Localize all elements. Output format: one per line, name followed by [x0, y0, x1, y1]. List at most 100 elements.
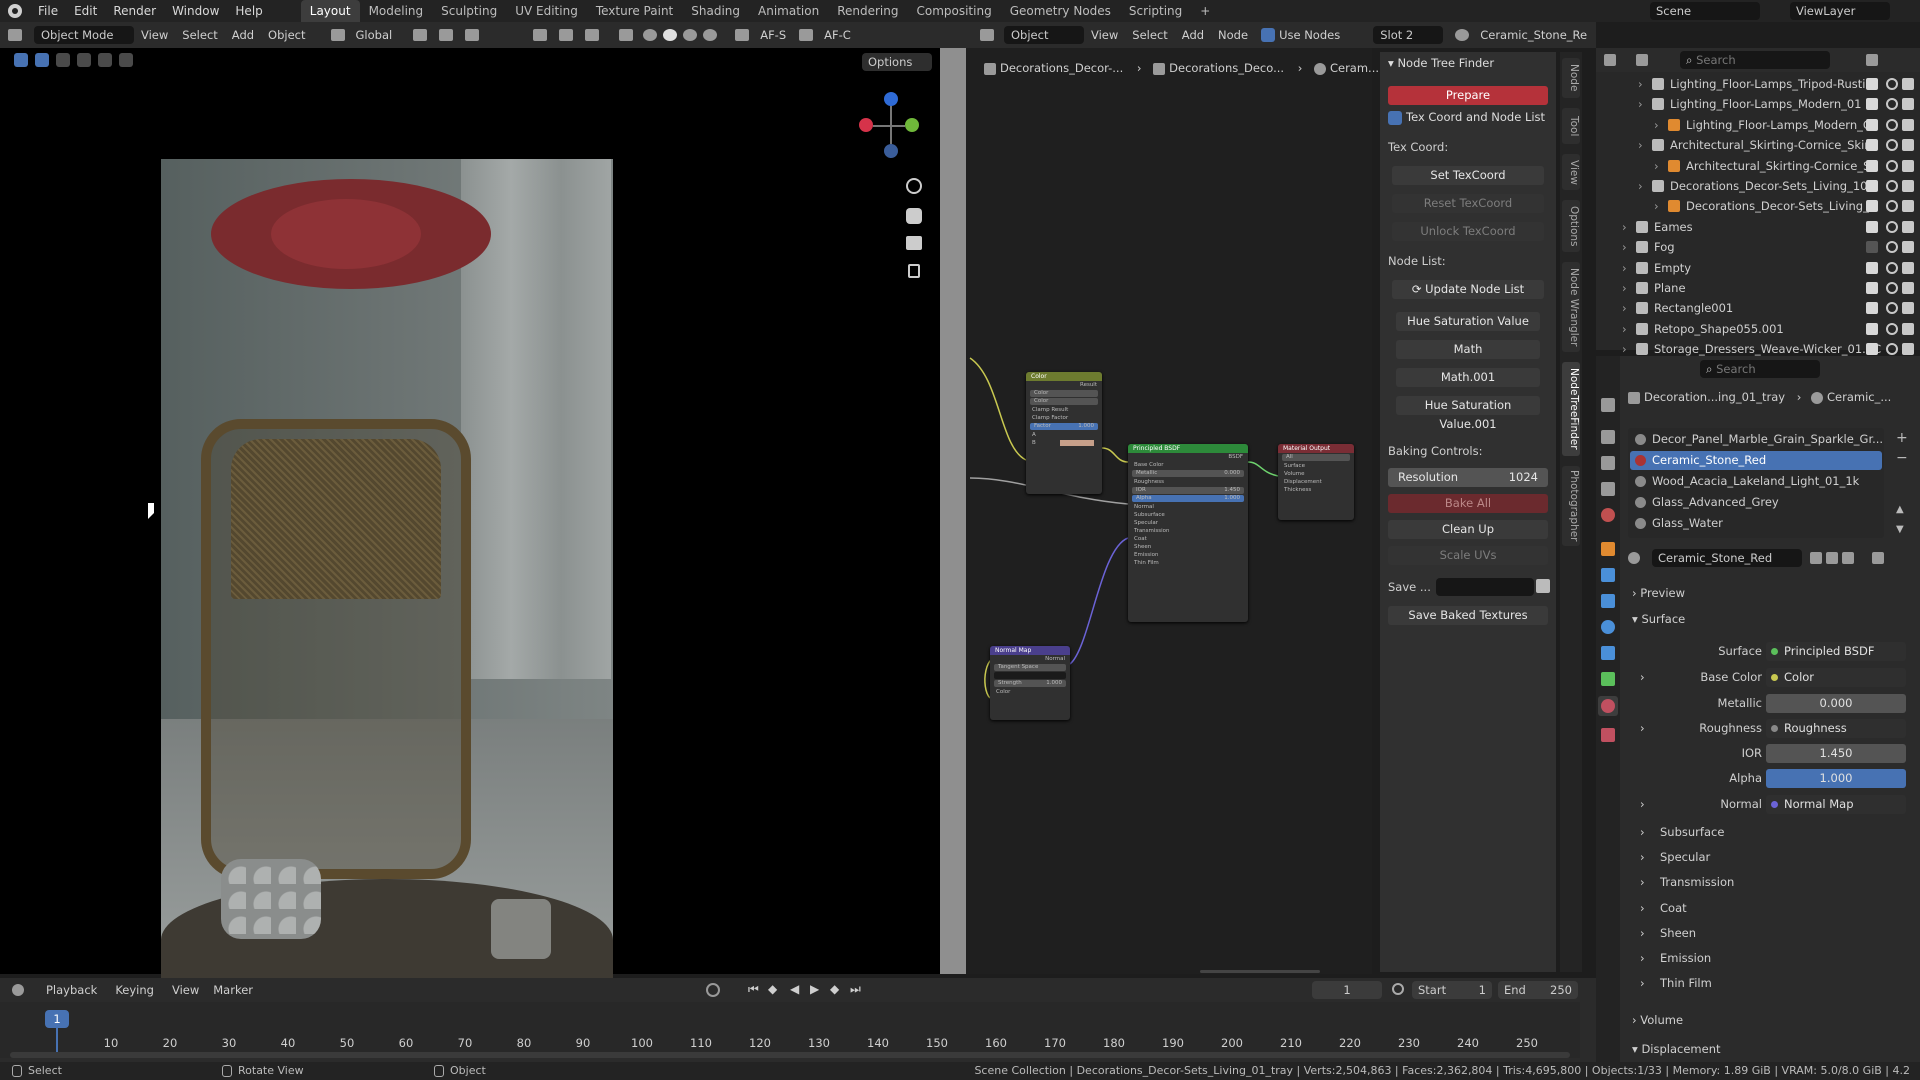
alpha-field[interactable]: 1.000 [1766, 769, 1906, 788]
shading-wireframe-icon[interactable] [643, 29, 658, 41]
select-subtract-icon[interactable] [77, 53, 91, 67]
menu-edit[interactable]: Edit [66, 0, 105, 22]
node-color-mode[interactable]: Color [1030, 398, 1098, 405]
outliner-row[interactable]: › Empty [1596, 258, 1920, 278]
normal-link[interactable]: Normal Map [1766, 795, 1906, 814]
exclude-checkbox[interactable] [1866, 302, 1878, 315]
select-new-icon[interactable] [35, 53, 49, 67]
proportional-edit-icon[interactable] [465, 29, 480, 41]
node-button-math[interactable]: Math [1396, 340, 1540, 359]
node-bsdf-ior-value[interactable]: 1.450 [1224, 487, 1240, 494]
exclude-checkbox[interactable] [1866, 139, 1878, 152]
hand-pan-icon[interactable] [906, 208, 922, 224]
subpanel-specular[interactable]: › Specular [1620, 846, 1920, 868]
eye-icon[interactable] [1886, 220, 1898, 233]
start-frame-field[interactable]: Start 1 [1412, 981, 1492, 999]
playhead[interactable]: 1 [45, 1010, 69, 1028]
select-extend-icon[interactable] [56, 53, 70, 67]
menu-file[interactable]: File [30, 0, 66, 22]
unlink-material-icon[interactable] [1842, 552, 1854, 564]
outliner-row[interactable]: › Decorations_Decor-Sets_Living_10 [1596, 176, 1920, 196]
material-slot-list[interactable]: Decor_Panel_Marble_Grain_Sparkle_Gr... Ce… [1628, 428, 1884, 538]
exclude-checkbox[interactable] [1866, 180, 1878, 192]
roughness-link[interactable]: Roughness [1766, 719, 1906, 738]
node-editor[interactable]: Decorations_Decor-... › Decorations_Deco… [940, 48, 1379, 974]
set-texcoord-button[interactable]: Set TexCoord [1392, 166, 1544, 185]
outliner-row[interactable]: › Retopo_Shape055.001 [1596, 319, 1920, 339]
eye-icon[interactable] [1886, 78, 1898, 90]
exclude-checkbox[interactable] [1866, 118, 1878, 131]
node-color-type[interactable]: Color [1030, 390, 1098, 397]
material-slot-item[interactable]: Glass_Water [1630, 514, 1882, 533]
node-normal-map[interactable]: Normal Map Normal Tangent Space Strength… [990, 646, 1070, 720]
metallic-field[interactable]: 0.000 [1766, 694, 1906, 713]
eye-icon[interactable] [1886, 98, 1898, 111]
material-browse-icon[interactable] [1628, 552, 1640, 564]
displacement-panel[interactable]: ▾ Displacement [1620, 1038, 1920, 1060]
gizmo-y-icon[interactable] [905, 118, 919, 132]
node-bsdf-sheen[interactable]: Sheen [1128, 543, 1248, 551]
render-visibility-icon[interactable] [1902, 78, 1914, 90]
filter-icon[interactable] [1866, 54, 1878, 66]
node-bsdf-specular[interactable]: Specular [1128, 519, 1248, 527]
expand-arrow-icon[interactable]: › [1622, 217, 1627, 237]
save-path-field[interactable] [1436, 578, 1534, 596]
expand-arrow-icon[interactable]: › [1654, 156, 1659, 176]
expand-arrow-icon[interactable]: › [1638, 135, 1643, 155]
node-output-target[interactable]: All [1282, 454, 1350, 461]
exclude-checkbox[interactable] [1866, 282, 1878, 294]
outliner-editor-icon[interactable] [1604, 54, 1616, 66]
properties-search-input[interactable]: ⌕ Search [1700, 360, 1820, 378]
expand-arrow-icon[interactable]: › [1622, 319, 1627, 339]
volume-panel[interactable]: › Volume [1620, 1009, 1920, 1031]
node-bsdf-coat[interactable]: Coat [1128, 535, 1248, 543]
update-node-list-button[interactable]: ⟳ Update Node List [1392, 280, 1544, 299]
surface-panel[interactable]: ▾ Surface [1620, 608, 1920, 630]
eye-icon[interactable] [1886, 118, 1898, 131]
play-reverse-icon[interactable]: ◀ [790, 982, 799, 996]
timeline-menu-keying[interactable]: Keying [115, 983, 154, 997]
save-baked-textures-button[interactable]: Save Baked Textures [1388, 606, 1548, 625]
timeline-menu-view[interactable]: View [172, 983, 199, 997]
node-button-hue-saturation-001[interactable]: Hue Saturation Value.001 [1396, 396, 1540, 431]
jump-start-icon[interactable]: ⏮ [748, 982, 759, 997]
shading-material-icon[interactable] [683, 29, 698, 41]
expand-arrow-icon[interactable]: › [1638, 74, 1643, 94]
folder-icon[interactable] [1536, 579, 1550, 593]
scene-selector[interactable]: Scene [1650, 2, 1760, 20]
move-slot-down-icon[interactable]: ▼ [1896, 524, 1904, 535]
node-bsdf-subsurface[interactable]: Subsurface [1128, 511, 1248, 519]
subpanel-thin-film[interactable]: › Thin Film [1620, 972, 1920, 994]
display-mode-icon[interactable] [1636, 54, 1648, 66]
material-tab-active[interactable] [1598, 696, 1618, 716]
viewport-menu-view[interactable]: View [134, 28, 175, 42]
node-color-mix[interactable]: Color Result Color Color Clamp Result Cl… [1026, 372, 1102, 494]
node-object-selector[interactable]: Object [1004, 26, 1084, 44]
menu-render[interactable]: Render [105, 0, 164, 22]
render-visibility-icon[interactable] [1902, 139, 1914, 152]
tab-node-wrangler[interactable]: Node Wrangler [1562, 262, 1580, 352]
options-dropdown[interactable]: Options [862, 53, 932, 71]
material-name-field[interactable]: Ceramic_Stone_Red [1652, 549, 1802, 567]
exclude-checkbox[interactable] [1866, 322, 1878, 335]
overlay-icon[interactable] [585, 29, 600, 41]
node-editor-type-icon[interactable] [980, 29, 994, 41]
view-layer-tab-icon[interactable] [1601, 482, 1615, 496]
node-clamp-result[interactable]: Clamp Result [1026, 406, 1102, 414]
tab-scripting[interactable]: Scripting [1120, 0, 1191, 22]
gizmo-x-icon[interactable] [859, 118, 873, 132]
shading-solid-icon[interactable] [663, 29, 678, 41]
auto-keying-icon[interactable] [706, 983, 720, 997]
render-visibility-icon[interactable] [1902, 261, 1914, 274]
scale-uvs-button[interactable]: Scale UVs [1388, 546, 1548, 565]
eye-icon[interactable] [1886, 139, 1898, 152]
material-slot-item[interactable]: Wood_Acacia_Lakeland_Light_01_1k [1630, 472, 1882, 491]
material-link-icon[interactable] [1872, 552, 1884, 564]
eye-icon[interactable] [1886, 282, 1898, 294]
outliner-row[interactable]: › Rectangle001 [1596, 298, 1920, 318]
slot-selector[interactable]: Slot 2 [1373, 26, 1444, 44]
viewport-menu-object[interactable]: Object [261, 28, 312, 42]
material-selector[interactable]: Ceramic_Stone_Re [1473, 28, 1594, 42]
outliner-row[interactable]: › Lighting_Floor-Lamps_Tripod-Rustic [1596, 74, 1920, 94]
eye-icon[interactable] [1886, 261, 1898, 274]
